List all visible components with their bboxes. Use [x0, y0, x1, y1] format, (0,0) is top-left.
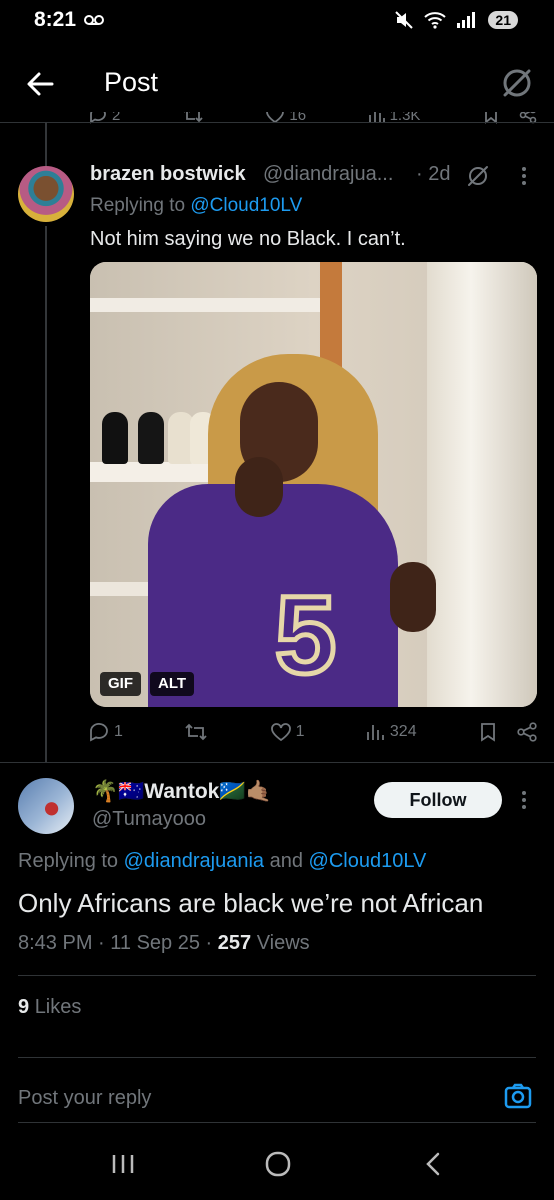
likes-label: Likes	[34, 996, 82, 1018]
mention-link[interactable]: @diandrajuania	[124, 850, 264, 872]
post-text: Only Africans are black we’re not Africa…	[18, 888, 484, 918]
status-icons: 21	[394, 10, 518, 30]
signal-icon	[456, 11, 478, 29]
voicemail-icon	[84, 14, 104, 26]
likes-count: 9	[18, 996, 30, 1018]
wifi-icon	[424, 11, 447, 29]
system-back-button[interactable]	[413, 1146, 453, 1182]
thread-line	[45, 226, 47, 762]
views-action[interactable]: 324	[366, 722, 417, 742]
battery-indicator: 21	[488, 11, 518, 29]
media-hand	[390, 562, 436, 632]
heart-icon	[270, 723, 291, 742]
post-meta: 8:43 PM · 11 Sep 25 · 257 Views	[18, 932, 310, 955]
media-shelf	[90, 298, 330, 312]
reply-icon	[90, 723, 108, 742]
recent-apps-button[interactable]	[103, 1146, 143, 1182]
repost-icon	[185, 723, 207, 741]
gif-badge: GIF	[100, 672, 141, 696]
mention-link[interactable]: @Cloud10LV	[190, 195, 302, 216]
follow-button[interactable]: Follow	[374, 782, 502, 818]
bookmark-icon	[481, 723, 495, 742]
divider	[0, 122, 554, 123]
display-name[interactable]: 🌴🇦🇺Wantok🇸🇧🤙🏽	[92, 780, 272, 804]
replying-to: Replying to @Cloud10LV	[90, 195, 303, 216]
camera-button[interactable]	[502, 1080, 534, 1112]
divider	[0, 762, 554, 763]
more-vertical-icon	[522, 791, 526, 809]
views-icon	[366, 725, 384, 740]
media-hand	[235, 457, 283, 517]
display-name[interactable]: brazen bostwick	[90, 163, 246, 186]
grok-icon	[503, 69, 531, 97]
grok-icon	[468, 166, 488, 186]
user-handle[interactable]: @Tumayooo	[92, 808, 206, 831]
gif-media[interactable]: 5 GIF ALT	[90, 262, 537, 707]
like-action[interactable]: 1	[270, 722, 305, 742]
bookmark-share-actions	[478, 722, 538, 742]
share-button[interactable]	[516, 722, 538, 742]
media-shoe	[138, 412, 164, 464]
avatar[interactable]	[18, 778, 74, 834]
media-door	[427, 262, 537, 707]
page-title: Post	[104, 67, 159, 97]
views-label: Views	[256, 932, 310, 954]
alt-badge[interactable]: ALT	[150, 672, 195, 696]
reply-input[interactable]	[18, 1084, 478, 1112]
mention-link[interactable]: @Cloud10LV	[309, 850, 427, 872]
user-handle[interactable]: @diandrajua...	[263, 163, 393, 186]
divider	[18, 1057, 536, 1058]
more-options-button[interactable]	[512, 788, 536, 812]
share-icon	[517, 722, 537, 742]
divider	[18, 975, 536, 976]
post-timestamp[interactable]: 8:43 PM · 11 Sep 25 ·	[18, 932, 212, 954]
views-count: 257	[217, 932, 252, 954]
media-jersey-number: 5	[272, 572, 338, 700]
status-time: 8:21	[34, 8, 77, 31]
grok-button[interactable]	[466, 164, 490, 188]
more-vertical-icon	[522, 167, 526, 185]
home-button[interactable]	[258, 1146, 298, 1182]
chevron-left-icon	[426, 1152, 440, 1176]
mute-icon	[394, 10, 414, 30]
reply-action[interactable]: 1	[88, 722, 123, 742]
previous-post-actions: 2 16 1.3K	[88, 112, 538, 136]
bookmark-button[interactable]	[478, 722, 498, 742]
camera-icon	[504, 1083, 532, 1109]
avatar[interactable]	[18, 166, 74, 222]
home-icon	[265, 1151, 291, 1177]
grok-button[interactable]	[500, 66, 534, 100]
media-shoe	[102, 412, 128, 464]
post-actions: 1 1 324	[88, 722, 538, 742]
recent-apps-icon	[112, 1155, 134, 1173]
repost-action[interactable]	[184, 722, 208, 742]
more-options-button[interactable]	[512, 164, 536, 188]
back-button[interactable]	[22, 66, 58, 102]
divider	[18, 1122, 536, 1123]
arrow-left-icon	[27, 72, 54, 96]
likes-summary[interactable]: 9 Likes	[18, 996, 81, 1019]
thread-line	[45, 122, 47, 166]
post-time: · 2d	[416, 163, 451, 185]
replying-to: Replying to @diandrajuania and @Cloud10L…	[18, 850, 427, 872]
post-text: Not him saying we no Black. I can’t.	[90, 228, 406, 250]
